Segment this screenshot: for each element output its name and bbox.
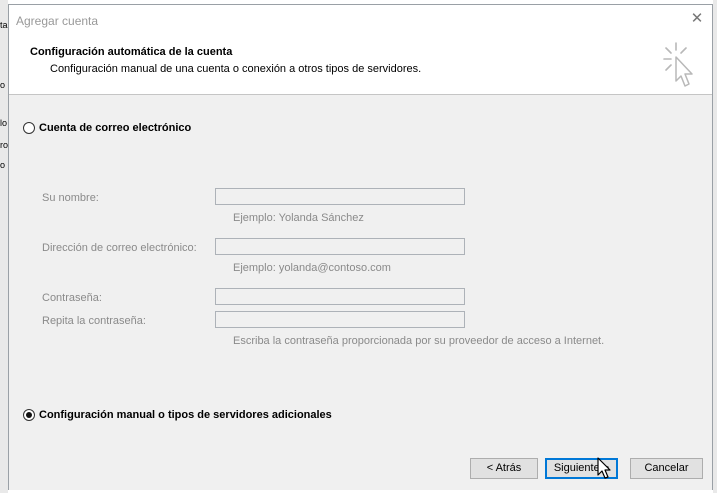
email-account-radio[interactable] [23, 122, 35, 134]
wizard-cursor-icon [663, 42, 693, 87]
background-text: ro [0, 140, 9, 150]
email-field[interactable] [215, 238, 465, 255]
wizard-header: Configuración automática de la cuenta Co… [9, 35, 712, 95]
manual-config-option[interactable]: Configuración manual o tipos de servidor… [23, 409, 332, 421]
email-label: Dirección de correo electrónico: [42, 242, 197, 254]
repeat-password-label: Repita la contraseña: [42, 315, 146, 327]
background-text: o [0, 160, 6, 170]
dialog-title: Agregar cuenta [16, 14, 99, 28]
background-window-edge-right [713, 0, 717, 493]
background-text: ta [0, 20, 8, 30]
name-label: Su nombre: [42, 192, 99, 204]
dialog-body: Cuenta de correo electrónico Su nombre: … [9, 95, 712, 442]
manual-config-radio[interactable] [23, 409, 35, 421]
background-text: lo [0, 118, 8, 128]
header-title: Configuración automática de la cuenta [30, 46, 233, 58]
email-account-label: Cuenta de correo electrónico [39, 122, 192, 134]
cancel-button[interactable]: Cancelar [630, 458, 703, 479]
name-hint: Ejemplo: Yolanda Sánchez [233, 212, 364, 224]
password-hint: Escriba la contraseña proporcionada por … [233, 335, 605, 347]
email-account-option[interactable]: Cuenta de correo electrónico [23, 122, 191, 134]
add-account-dialog: Agregar cuenta ✕ Configuración automátic… [8, 4, 713, 490]
password-label: Contraseña: [42, 292, 102, 304]
name-field[interactable] [215, 188, 465, 205]
background-text: o [0, 80, 6, 90]
email-hint: Ejemplo: yolanda@contoso.com [233, 262, 391, 274]
back-button[interactable]: < Atrás [470, 458, 538, 479]
background-window-edge: ta o lo ro o [0, 0, 8, 493]
password-field[interactable] [215, 288, 465, 305]
title-bar: Agregar cuenta ✕ [9, 5, 712, 35]
repeat-password-field[interactable] [215, 311, 465, 328]
close-icon[interactable]: ✕ [688, 10, 706, 28]
header-subtitle: Configuración manual de una cuenta o con… [50, 63, 422, 75]
manual-config-label: Configuración manual o tipos de servidor… [39, 409, 332, 421]
mouse-pointer-icon [597, 457, 611, 479]
